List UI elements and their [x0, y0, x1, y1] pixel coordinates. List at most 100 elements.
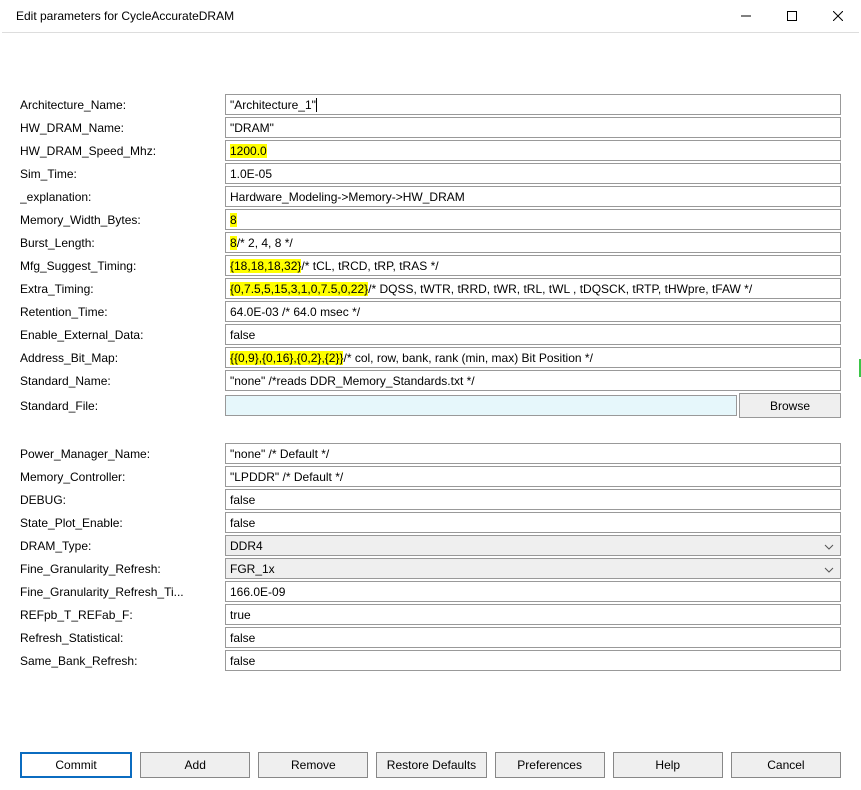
- form-row: Sim_Time: 1.0E-05: [20, 162, 841, 185]
- help-button[interactable]: Help: [613, 752, 723, 778]
- field-container: 1200.0: [225, 139, 841, 162]
- form-row: Address_Bit_Map:{{0,9},{0,16},{0,2},{2}}…: [20, 346, 841, 369]
- form-row: Architecture_Name: "Architecture_1": [20, 93, 841, 116]
- field-label: _explanation:: [20, 190, 225, 204]
- field-label: Address_Bit_Map:: [20, 351, 225, 365]
- field-container: false: [225, 511, 841, 534]
- field-container: DDR4: [225, 534, 841, 557]
- form-row: _explanation:Hardware_Modeling->Memory->…: [20, 185, 841, 208]
- select-value: FGR_1x: [230, 562, 275, 576]
- text-input[interactable]: false: [225, 489, 841, 510]
- form-row: Power_Manager_Name:"none" /* Default */: [20, 442, 841, 465]
- file-input[interactable]: [225, 395, 737, 416]
- text-input[interactable]: false: [225, 512, 841, 533]
- text-input[interactable]: "none" /*reads DDR_Memory_Standards.txt …: [225, 370, 841, 391]
- preferences-button[interactable]: Preferences: [495, 752, 605, 778]
- field-container: {18,18,18,32} /* tCL, tRCD, tRP, tRAS */: [225, 254, 841, 277]
- field-label: Retention_Time:: [20, 305, 225, 319]
- cancel-button[interactable]: Cancel: [731, 752, 841, 778]
- form-row: Same_Bank_Refresh:false: [20, 649, 841, 672]
- field-container: 8: [225, 208, 841, 231]
- form-row: [20, 419, 841, 442]
- form-row: DEBUG:false: [20, 488, 841, 511]
- field-value: "none" /*reads DDR_Memory_Standards.txt …: [230, 374, 475, 388]
- highlighted-value: {18,18,18,32}: [230, 259, 301, 273]
- field-value: "LPDDR" /* Default */: [230, 470, 343, 484]
- form-row: Burst_Length:8 /* 2, 4, 8 */: [20, 231, 841, 254]
- text-input[interactable]: 1.0E-05: [225, 163, 841, 184]
- text-input[interactable]: "DRAM": [225, 117, 841, 138]
- field-container: "LPDDR" /* Default */: [225, 465, 841, 488]
- remove-button[interactable]: Remove: [258, 752, 368, 778]
- form-row: DRAM_Type:DDR4: [20, 534, 841, 557]
- commit-button[interactable]: Commit: [20, 752, 132, 778]
- text-input[interactable]: "Architecture_1": [225, 94, 841, 115]
- field-label: Standard_File:: [20, 399, 225, 413]
- field-label: Extra_Timing:: [20, 282, 225, 296]
- highlighted-value: 8: [230, 236, 237, 250]
- field-container: FGR_1x: [225, 557, 841, 580]
- field-value: false: [230, 516, 255, 530]
- field-label: Sim_Time:: [20, 167, 225, 181]
- text-input[interactable]: true: [225, 604, 841, 625]
- field-container: true: [225, 603, 841, 626]
- form-row: Refresh_Statistical:false: [20, 626, 841, 649]
- select-input[interactable]: DDR4: [225, 535, 841, 556]
- field-label: Mfg_Suggest_Timing:: [20, 259, 225, 273]
- field-container: false: [225, 323, 841, 346]
- select-input[interactable]: FGR_1x: [225, 558, 841, 579]
- form-row: Standard_File: Browse: [20, 392, 841, 419]
- value-comment: /* tCL, tRCD, tRP, tRAS */: [301, 259, 438, 273]
- maximize-button[interactable]: [769, 0, 815, 32]
- text-input[interactable]: false: [225, 650, 841, 671]
- restore-defaults-button[interactable]: Restore Defaults: [376, 752, 486, 778]
- field-label: HW_DRAM_Name:: [20, 121, 225, 135]
- field-label: Enable_External_Data:: [20, 328, 225, 342]
- titlebar: Edit parameters for CycleAccurateDRAM: [0, 0, 861, 32]
- text-input[interactable]: "LPDDR" /* Default */: [225, 466, 841, 487]
- text-input[interactable]: 64.0E-03 /* 64.0 msec */: [225, 301, 841, 322]
- browse-button[interactable]: Browse: [739, 393, 841, 418]
- field-label: State_Plot_Enable:: [20, 516, 225, 530]
- field-value: 1.0E-05: [230, 167, 272, 181]
- chevron-down-icon: [824, 562, 834, 576]
- close-button[interactable]: [815, 0, 861, 32]
- text-input[interactable]: "none" /* Default */: [225, 443, 841, 464]
- text-input[interactable]: {{0,9},{0,16},{0,2},{2}} /* col, row, ba…: [225, 347, 841, 368]
- field-value: "DRAM": [230, 121, 274, 135]
- form-row: HW_DRAM_Speed_Mhz: 1200.0: [20, 139, 841, 162]
- text-input[interactable]: 8: [225, 209, 841, 230]
- field-container: 64.0E-03 /* 64.0 msec */: [225, 300, 841, 323]
- highlighted-value: 8: [230, 213, 237, 227]
- text-input[interactable]: {0,7.5,5,15,3,1,0,7.5,0,22} /* DQSS, tWT…: [225, 278, 841, 299]
- text-input[interactable]: {18,18,18,32} /* tCL, tRCD, tRP, tRAS */: [225, 255, 841, 276]
- field-label: Burst_Length:: [20, 236, 225, 250]
- text-input[interactable]: false: [225, 324, 841, 345]
- form-row: Fine_Granularity_Refresh:FGR_1x: [20, 557, 841, 580]
- text-input[interactable]: 8 /* 2, 4, 8 */: [225, 232, 841, 253]
- form-row: Fine_Granularity_Refresh_Ti...166.0E-09: [20, 580, 841, 603]
- field-value: false: [230, 328, 255, 342]
- field-container: false: [225, 626, 841, 649]
- text-input[interactable]: 166.0E-09: [225, 581, 841, 602]
- value-comment: /* DQSS, tWTR, tRRD, tWR, tRL, tWL , tDQ…: [368, 282, 752, 296]
- field-container: "Architecture_1": [225, 93, 841, 116]
- field-container: Browse: [225, 394, 841, 417]
- form-row: Extra_Timing:{0,7.5,5,15,3,1,0,7.5,0,22}…: [20, 277, 841, 300]
- field-label: HW_DRAM_Speed_Mhz:: [20, 144, 225, 158]
- form-row: State_Plot_Enable: false: [20, 511, 841, 534]
- minimize-button[interactable]: [723, 0, 769, 32]
- field-label: Refresh_Statistical:: [20, 631, 225, 645]
- field-label: Architecture_Name:: [20, 98, 225, 112]
- text-input[interactable]: false: [225, 627, 841, 648]
- text-input[interactable]: Hardware_Modeling->Memory->HW_DRAM: [225, 186, 841, 207]
- form-row: Standard_Name:"none" /*reads DDR_Memory_…: [20, 369, 841, 392]
- field-container: Hardware_Modeling->Memory->HW_DRAM: [225, 185, 841, 208]
- highlighted-value: 1200.0: [230, 144, 267, 158]
- field-label: Power_Manager_Name:: [20, 447, 225, 461]
- text-input[interactable]: 1200.0: [225, 140, 841, 161]
- add-button[interactable]: Add: [140, 752, 250, 778]
- field-value: "Architecture_1": [230, 98, 316, 112]
- form-row: Memory_Controller:"LPDDR" /* Default */: [20, 465, 841, 488]
- form-content: Architecture_Name: "Architecture_1" HW_DRA…: [0, 33, 861, 672]
